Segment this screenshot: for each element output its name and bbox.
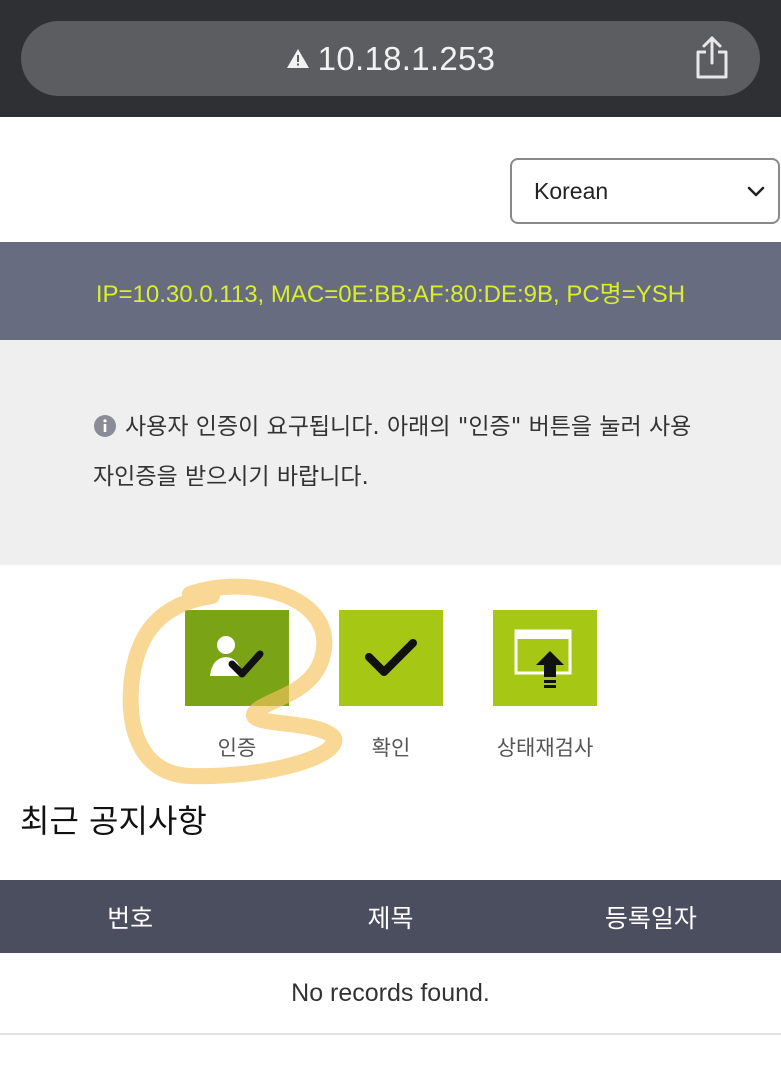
warning-triangle-icon bbox=[286, 48, 309, 68]
browser-toolbar: 10.18.1.253 bbox=[0, 0, 781, 117]
window-upload-icon bbox=[514, 629, 572, 688]
client-info-banner: IP=10.30.0.113, MAC=0E:BB:AF:80:DE:9B, P… bbox=[0, 242, 781, 340]
url-text: 10.18.1.253 bbox=[317, 39, 496, 77]
recheck-tile[interactable] bbox=[493, 610, 597, 706]
client-info-text: IP=10.30.0.113, MAC=0E:BB:AF:80:DE:9B, P… bbox=[95, 280, 686, 308]
table-empty-row: No records found. bbox=[0, 953, 781, 1035]
checkmark-icon bbox=[365, 639, 417, 676]
recheck-label: 상태재검사 bbox=[496, 736, 594, 760]
notice-message: 사용자 인증이 요구됩니다. 아래의 "인증" 버튼을 눌러 사용자인증을 받으… bbox=[93, 414, 692, 490]
recheck-button[interactable]: 상태재검사 bbox=[493, 610, 597, 762]
user-check-icon bbox=[210, 636, 264, 678]
confirm-button[interactable]: 확인 bbox=[339, 610, 443, 762]
language-select[interactable]: Korean bbox=[510, 158, 780, 224]
auth-label: 인증 bbox=[217, 736, 257, 760]
auth-tile[interactable] bbox=[185, 610, 289, 706]
info-circle-icon bbox=[94, 415, 116, 437]
confirm-tile[interactable] bbox=[339, 610, 443, 706]
confirm-label: 확인 bbox=[371, 736, 411, 760]
share-icon[interactable] bbox=[692, 35, 732, 81]
notices-title: 최근 공지사항 bbox=[20, 802, 207, 840]
auth-button[interactable]: 인증 bbox=[185, 610, 289, 762]
column-header-number: 번호 bbox=[107, 903, 154, 933]
address-bar[interactable]: 10.18.1.253 bbox=[21, 21, 760, 96]
notice-paragraph: 사용자 인증이 요구됩니다. 아래의 "인증" 버튼을 눌러 사용자인증을 받으… bbox=[93, 402, 693, 502]
auth-notice: 사용자 인증이 요구됩니다. 아래의 "인증" 버튼을 눌러 사용자인증을 받으… bbox=[0, 340, 781, 565]
language-select-value: Korean bbox=[534, 177, 609, 204]
action-buttons: 인증 확인 상태재검사 bbox=[0, 610, 781, 770]
chevron-down-icon bbox=[747, 186, 765, 197]
notices-table-header: 번호 제목 등록일자 bbox=[0, 880, 781, 953]
column-header-date: 등록일자 bbox=[604, 903, 697, 933]
column-header-title: 제목 bbox=[367, 903, 414, 933]
